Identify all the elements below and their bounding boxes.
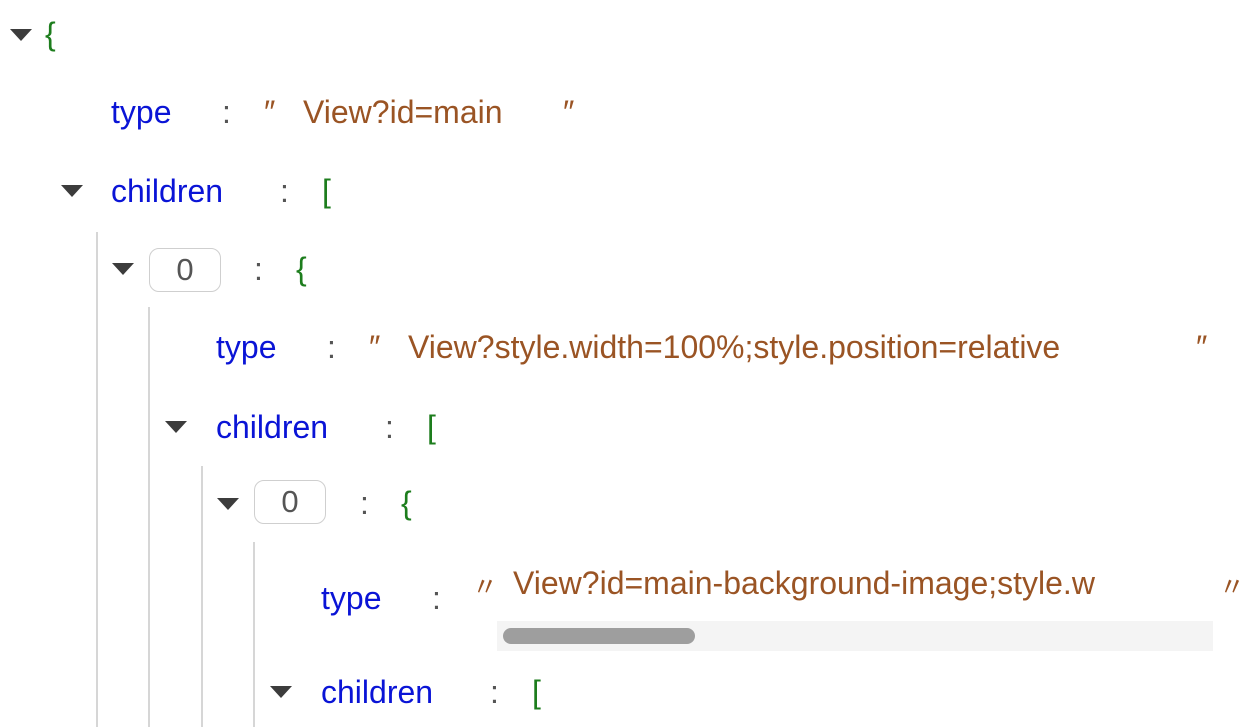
item00-type-scrollbar-thumb[interactable] [503, 628, 695, 644]
collapse-item00-children-icon[interactable] [270, 686, 292, 698]
item00-type-key: type [321, 580, 382, 616]
root-children-key: children [111, 173, 224, 209]
indent-guide-3 [201, 466, 203, 727]
indent-guide-1 [96, 232, 98, 727]
collapse-root-icon[interactable] [10, 29, 32, 41]
item00-colon: : [360, 485, 369, 521]
item0-children-key: children [216, 409, 329, 445]
root-open-brace: { [45, 16, 56, 52]
item0-type-quote-close: ″ [1196, 329, 1208, 365]
root-type-key: type [111, 94, 172, 130]
item0-type-value[interactable]: View?style.width=100%;style.position=rel… [408, 331, 1060, 363]
item00-type-value: View?id=main-background-image;style.w [513, 567, 1095, 601]
item00-index-badge: 0 [254, 480, 326, 524]
root-children-open-bracket: [ [322, 173, 331, 209]
item00-children-open-bracket: [ [532, 674, 541, 710]
item0-open-brace: { [296, 251, 307, 287]
item00-type-quote-open: 〃 [472, 572, 499, 602]
root-type-value[interactable]: View?id=main [303, 96, 503, 128]
root-type-quote-open: ″ [264, 94, 276, 130]
item00-children-key: children [321, 674, 434, 710]
item00-open-brace: { [401, 485, 412, 521]
indent-guide-2 [148, 307, 150, 727]
collapse-item0-icon[interactable] [112, 263, 134, 275]
indent-guide-4 [253, 542, 255, 727]
root-children-colon: : [280, 173, 289, 209]
item00-type-value-viewport[interactable]: View?id=main-background-image;style.w [513, 567, 1215, 607]
item0-children-open-bracket: [ [427, 409, 436, 445]
item0-type-quote-open: ″ [369, 329, 381, 365]
item00-type-colon: : [432, 580, 441, 616]
item0-colon: : [254, 251, 263, 287]
item0-type-key: type [216, 329, 277, 365]
root-type-colon: : [222, 94, 231, 130]
item00-children-colon: : [490, 674, 499, 710]
item0-children-colon: : [385, 409, 394, 445]
item00-type-quote-close: 〃 [1219, 572, 1246, 602]
collapse-root-children-icon[interactable] [61, 185, 83, 197]
root-type-quote-close: ″ [563, 94, 575, 130]
item0-index-badge: 0 [149, 248, 221, 292]
collapse-item00-icon[interactable] [217, 498, 239, 510]
collapse-item0-children-icon[interactable] [165, 421, 187, 433]
item0-type-colon: : [327, 329, 336, 365]
